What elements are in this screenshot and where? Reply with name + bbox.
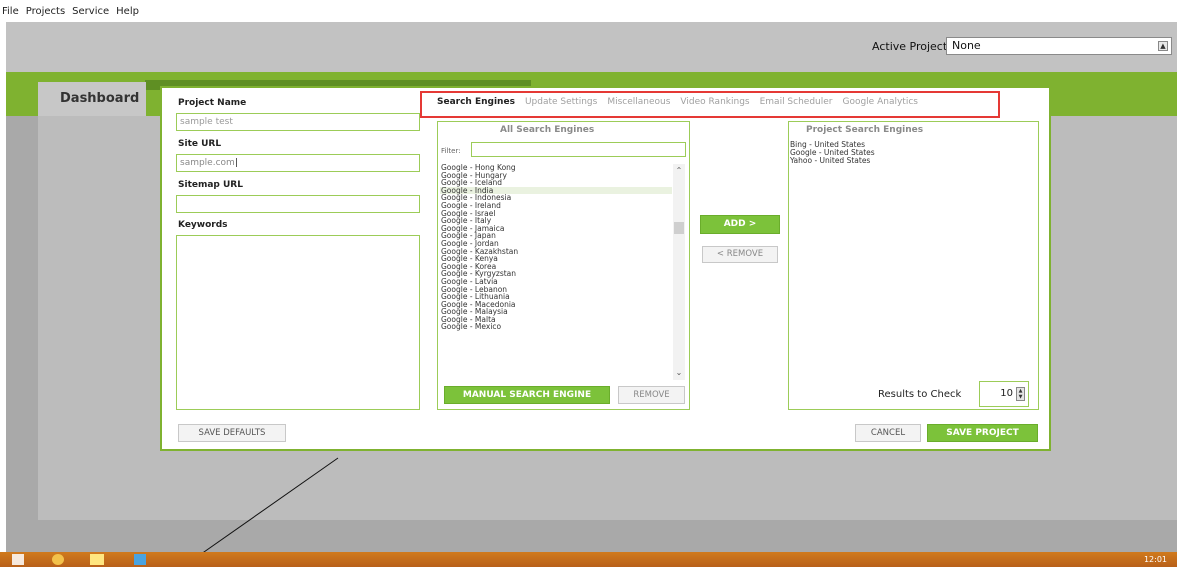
app-window: File Projects Service Help Active Projec… — [0, 0, 1177, 567]
start-icon[interactable] — [12, 554, 24, 565]
folder-icon[interactable] — [90, 554, 104, 565]
clock: 12:01 — [1143, 555, 1167, 564]
browser-icon[interactable] — [52, 554, 64, 565]
taskbar — [0, 552, 1177, 567]
app-icon[interactable] — [134, 554, 146, 565]
annotation-arrow — [183, 457, 339, 567]
